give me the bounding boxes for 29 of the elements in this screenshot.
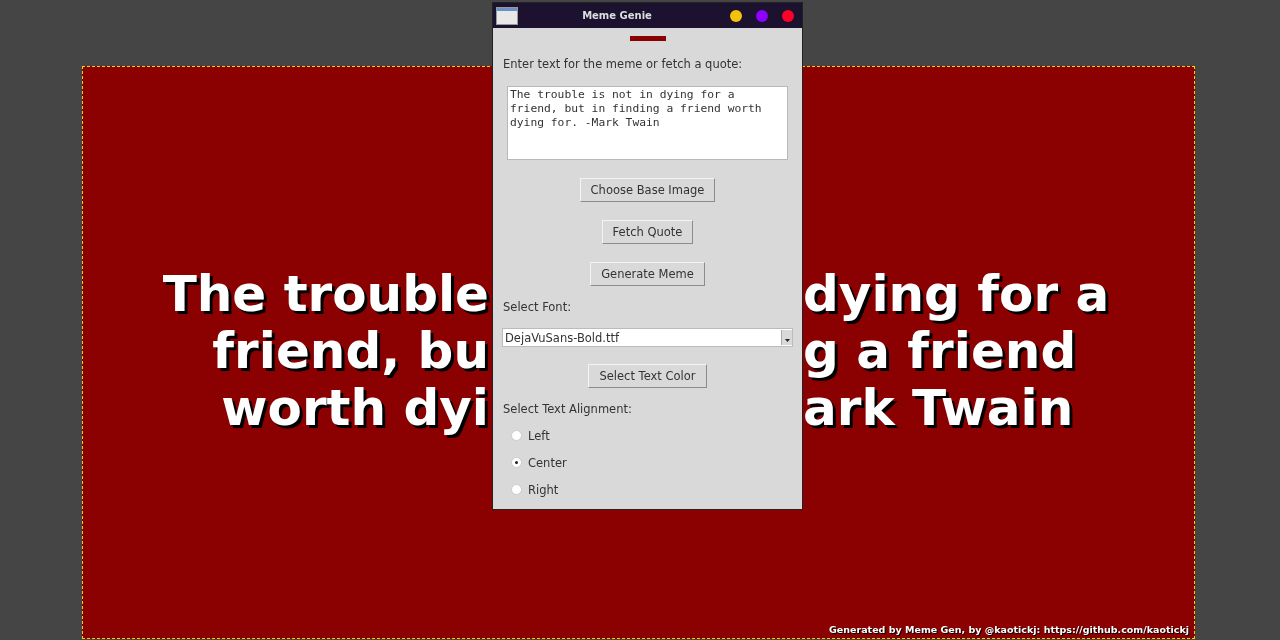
prompt-label: Enter text for the meme or fetch a quote: xyxy=(503,57,743,71)
alignment-label: Select Text Alignment: xyxy=(503,402,632,416)
credit-text: Generated by Meme Gen, by @kaotickj: https://github.com/kaotickj xyxy=(829,624,1189,635)
radio-button[interactable] xyxy=(511,430,522,441)
meme-caption-text: worth dyi xyxy=(221,381,489,436)
radio-button[interactable] xyxy=(511,484,522,495)
meme-caption-text: g a friend xyxy=(803,324,1077,379)
meme-caption-text: The trouble xyxy=(162,267,489,322)
radio-button[interactable] xyxy=(511,457,522,468)
window-title: Meme Genie xyxy=(581,10,653,21)
radio-label: Center xyxy=(528,455,567,470)
window-icon xyxy=(496,6,518,25)
radio-label: Right xyxy=(528,482,559,497)
action-button[interactable]: Choose Base Image xyxy=(579,178,716,202)
select-color-button[interactable]: Select Text Color xyxy=(588,364,707,388)
dropdown-arrow-icon xyxy=(784,339,790,342)
close-button[interactable] xyxy=(782,9,794,22)
font-select[interactable]: DejaVuSans-Bold.ttf xyxy=(502,328,793,347)
radio-label: Left xyxy=(528,428,550,443)
font-label: Select Font: xyxy=(503,300,572,314)
meme-text-field[interactable]: The trouble is not in dying for a friend, but in finding a friend worth dying for. -Mark Twain xyxy=(507,86,788,160)
minimize-button[interactable] xyxy=(730,9,742,22)
color-swatch xyxy=(629,36,666,41)
meme-caption-text: ark Twain xyxy=(803,381,1074,436)
action-button[interactable]: Generate Meme xyxy=(590,262,705,286)
meme-caption-text: dying for a xyxy=(803,267,1110,322)
action-button[interactable]: Fetch Quote xyxy=(601,220,694,244)
maximize-button[interactable] xyxy=(756,9,768,22)
meme-caption-text: friend, bu xyxy=(212,324,489,379)
